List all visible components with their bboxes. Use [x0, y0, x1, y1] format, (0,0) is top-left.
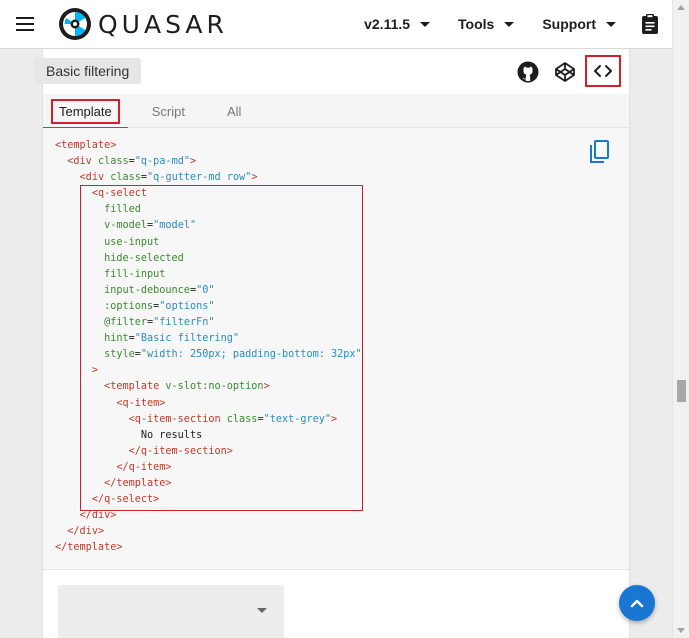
scroll-up-icon[interactable] [677, 5, 685, 10]
tab-template-label: Template [51, 98, 120, 124]
code-line: use-input [104, 236, 160, 248]
code-block: <template> <div class="q-pa-md"> <div cl… [55, 138, 362, 556]
support-dropdown[interactable]: Support [528, 0, 630, 48]
brand-logo[interactable]: QUASAR [58, 7, 228, 41]
code-icon [594, 65, 612, 77]
brand-name: QUASAR [98, 9, 228, 39]
chevron-down-icon [606, 21, 616, 27]
tab-script[interactable]: Script [128, 94, 201, 128]
code-line: hide-selected [104, 252, 184, 264]
app-header: QUASAR v2.11.5 Tools Support [0, 0, 672, 49]
copy-icon[interactable] [588, 140, 610, 164]
tools-label: Tools [458, 16, 495, 32]
code-panel: <template> <div class="q-pa-md"> <div cl… [43, 128, 629, 570]
menu-button[interactable] [10, 9, 40, 39]
version-label: v2.11.5 [364, 16, 411, 32]
code-line: <div class="q-gutter-md row"> [79, 172, 258, 184]
code-line: :options="options" [104, 300, 215, 312]
clipboard-icon [642, 14, 658, 34]
code-line: No results [140, 429, 203, 441]
code-line: > [91, 365, 98, 377]
view-code-button[interactable] [585, 55, 621, 87]
code-line: </q-select> [91, 494, 160, 506]
code-line: @filter="filterFn" [104, 317, 215, 329]
quasar-logo-icon [59, 8, 91, 40]
back-to-top-button[interactable] [619, 585, 655, 621]
code-line: </q-item-section> [128, 445, 233, 457]
code-line: </template> [55, 542, 123, 554]
page-scrollbar[interactable] [672, 0, 689, 638]
code-line: fill-input [104, 268, 166, 280]
code-line: </div> [79, 510, 117, 522]
code-line: style="width: 250px; padding-bottom: 32p… [104, 349, 362, 361]
code-line: </div> [67, 526, 105, 538]
codepen-button[interactable] [552, 59, 578, 85]
example-title: Basic filtering [34, 58, 142, 84]
code-line: <template> [55, 140, 117, 151]
code-line: <q-item-section class="text-grey"> [128, 413, 338, 425]
code-line: </template> [104, 477, 172, 489]
tab-script-label: Script [151, 103, 185, 119]
github-button[interactable] [515, 59, 541, 85]
menu-icon [16, 17, 34, 31]
clipboard-button[interactable] [630, 0, 670, 48]
tab-all[interactable]: All [201, 94, 257, 128]
scroll-thumb[interactable] [677, 380, 686, 402]
code-line: <div class="q-pa-md"> [67, 156, 197, 168]
version-dropdown[interactable]: v2.11.5 [350, 0, 444, 48]
tab-all-label: All [226, 103, 242, 119]
example-header: Basic filtering [34, 49, 629, 94]
code-tabs: Template Script All [43, 94, 629, 129]
code-line: <q-select [91, 188, 148, 200]
tab-template[interactable]: Template [43, 94, 128, 129]
tools-dropdown[interactable]: Tools [444, 0, 528, 48]
chevron-down-icon [504, 21, 515, 27]
code-line: filled [104, 204, 141, 216]
top-nav: v2.11.5 Tools Support [350, 0, 672, 48]
code-line: <q-item> [116, 397, 166, 409]
filter-select[interactable] [58, 585, 284, 638]
scroll-down-icon[interactable] [677, 628, 685, 633]
code-line: hint="Basic filtering" [104, 333, 240, 345]
code-line: v-model="model" [104, 220, 197, 232]
code-line: </q-item> [116, 461, 172, 473]
chevron-down-icon [420, 21, 431, 27]
chevron-up-icon [630, 599, 644, 608]
code-line: <template v-slot:no-option> [104, 381, 270, 393]
codepen-icon [555, 62, 575, 82]
example-preview [43, 571, 629, 638]
example-card: Basic filtering Template Script All <tem… [34, 49, 630, 638]
arrow-drop-down-icon [257, 608, 267, 613]
github-icon [517, 61, 539, 83]
code-line: input-debounce="0" [104, 284, 215, 296]
support-label: Support [542, 16, 596, 32]
